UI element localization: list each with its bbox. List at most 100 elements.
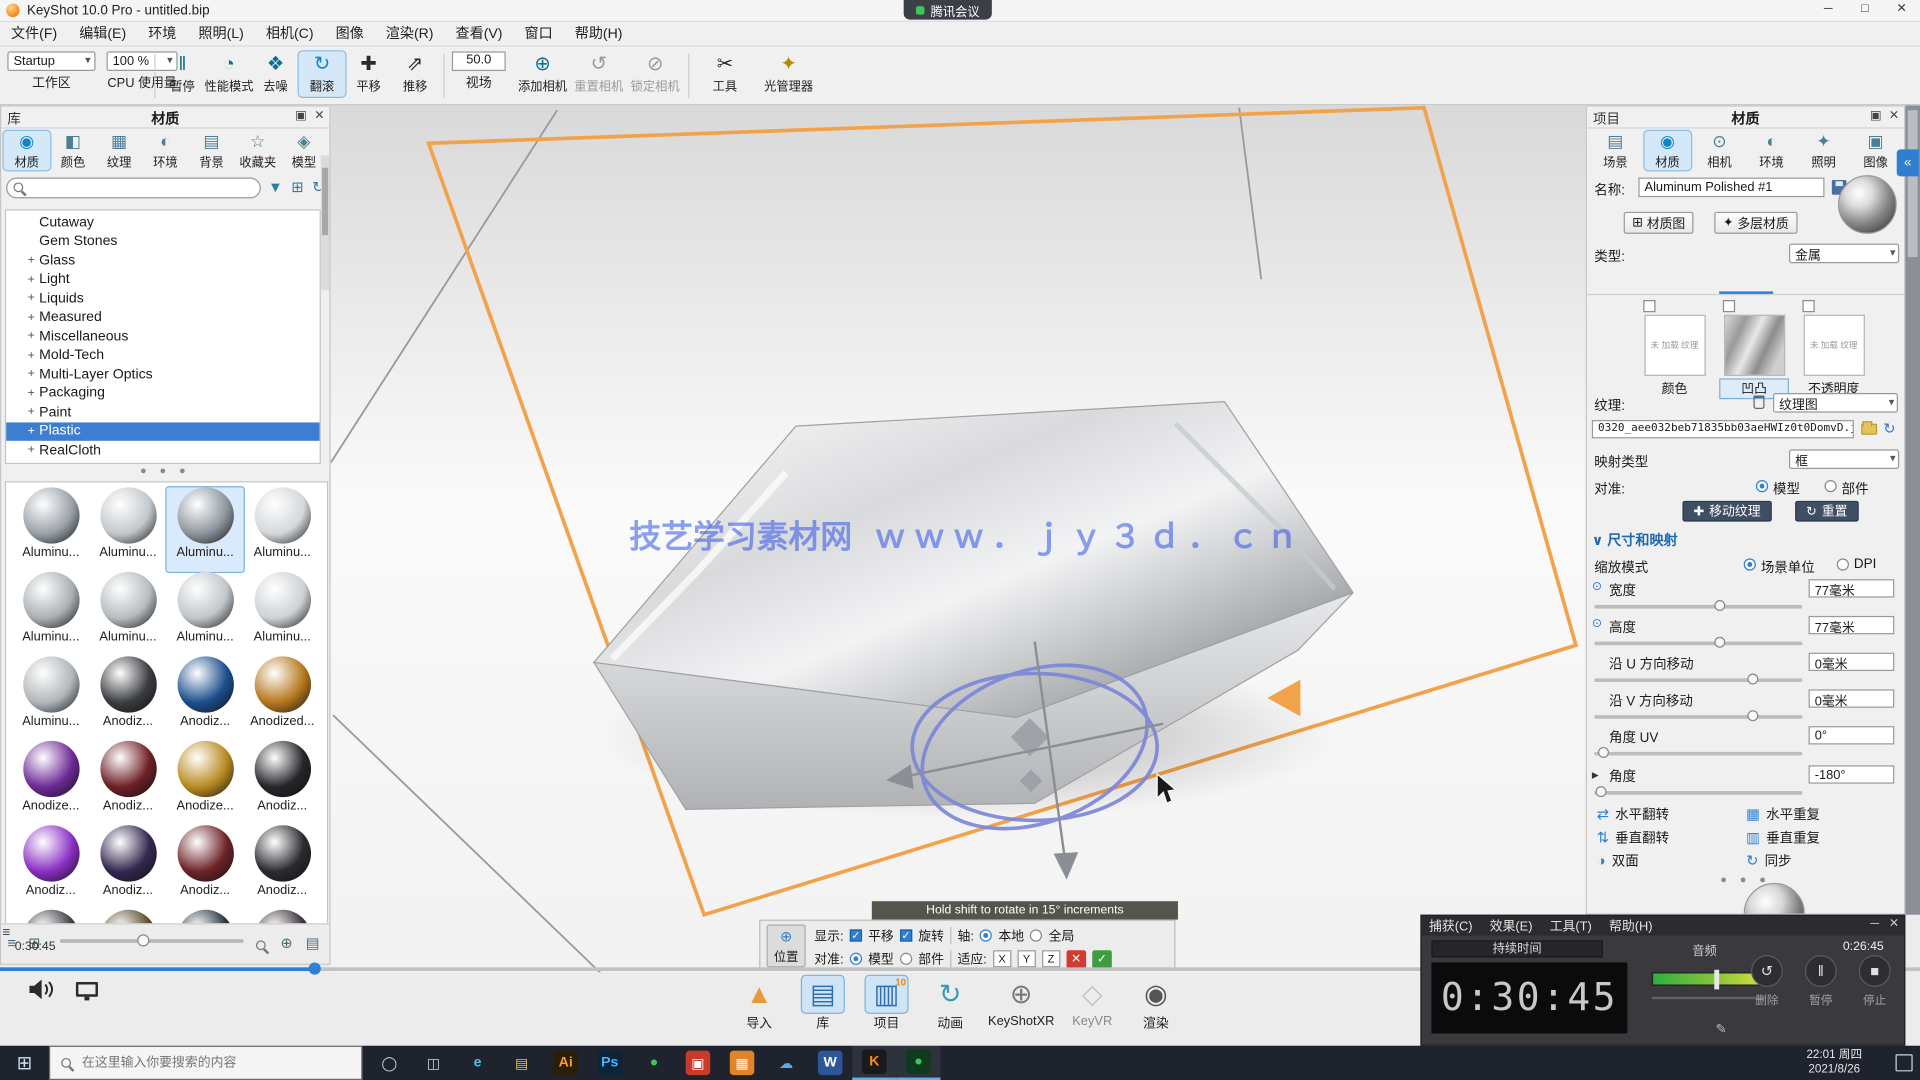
material-thumbnail[interactable]: Aluminu... xyxy=(12,572,89,656)
notification-center-icon[interactable] xyxy=(1896,1054,1913,1071)
right-scrollbar[interactable] xyxy=(1905,105,1920,914)
taskbar-icon[interactable]: ◯ xyxy=(367,1046,411,1080)
material-thumbnail[interactable]: Aluminu... xyxy=(167,572,244,656)
workspace-select[interactable]: Startup▾ xyxy=(7,51,95,71)
toolbar-button[interactable]: ❖ 去噪 xyxy=(252,51,299,96)
library-tab[interactable]: ▦ 纹理 xyxy=(96,131,142,170)
expand-icon[interactable]: + xyxy=(23,368,39,381)
audio-tab[interactable]: 音频 xyxy=(1662,940,1748,958)
recorder-minimize-button[interactable]: ─ xyxy=(1870,917,1879,930)
library-tab[interactable]: ◧ 颜色 xyxy=(50,131,96,170)
project-tab[interactable]: ⊙ 相机 xyxy=(1696,131,1743,170)
project-tab[interactable]: ◉ 材质 xyxy=(1644,131,1691,170)
expand-icon[interactable]: + xyxy=(23,254,39,267)
parameter-slider[interactable] xyxy=(1594,605,1802,609)
library-tab[interactable]: ◐ 环境 xyxy=(142,131,188,170)
link-values-icon[interactable]: ⊙ xyxy=(1592,617,1602,630)
toolbar-camera-button[interactable]: ⊕ 添加相机 xyxy=(514,51,570,96)
mapping-type-select[interactable]: 框▾ xyxy=(1789,449,1899,469)
library-toolbar-icon[interactable]: ⊞ xyxy=(291,179,303,196)
expand-icon[interactable]: + xyxy=(23,330,39,343)
recorder-menu-item[interactable]: 效果(E) xyxy=(1490,917,1533,935)
panel-splitter[interactable]: ● ● ● xyxy=(1587,873,1904,885)
position-button[interactable]: ⊕ 位置 xyxy=(767,924,806,967)
duration-tab[interactable]: 持续时间 xyxy=(1431,940,1602,957)
dock-item[interactable]: ▲ 导入 xyxy=(727,976,791,1032)
folder-view-icon[interactable]: ▤ xyxy=(306,934,320,951)
recorder-button[interactable]: ■ 停止 xyxy=(1850,955,1899,1008)
move-texture-button[interactable]: ✚移动纹理 xyxy=(1682,501,1771,522)
parameter-value-input[interactable]: 0° xyxy=(1809,726,1895,744)
meeting-floating-bar[interactable]: 腾讯会议 xyxy=(904,0,992,20)
library-search-input[interactable] xyxy=(6,178,261,199)
audio-level-knob[interactable] xyxy=(1714,970,1719,990)
library-tab[interactable]: ☆ 收藏夹 xyxy=(235,131,281,170)
toolbar-button[interactable]: ↻ 翻滚 xyxy=(299,51,346,96)
parameter-value-input[interactable]: 77毫米 xyxy=(1809,579,1895,597)
toolbar-button[interactable]: ‖ 暂停 xyxy=(159,51,206,96)
parameter-value-input[interactable]: 77毫米 xyxy=(1809,616,1895,634)
expand-icon[interactable]: + xyxy=(23,425,39,438)
trash-icon[interactable] xyxy=(1753,396,1764,409)
texture-toggle[interactable]: ◑ 双面 xyxy=(1597,849,1746,872)
texture-kind-select[interactable]: 纹理图▾ xyxy=(1773,393,1898,413)
toolbar-tool-button[interactable]: ✦ 光管理器 xyxy=(757,51,821,96)
tree-item[interactable]: Cutaway xyxy=(6,213,319,232)
axis-local-radio[interactable] xyxy=(980,929,992,941)
angle-slider[interactable] xyxy=(1594,791,1802,795)
texture-slot-checkbox[interactable] xyxy=(1723,300,1735,312)
material-thumbnail[interactable]: Anodiz... xyxy=(89,656,166,740)
material-thumbnail[interactable]: Anodiz... xyxy=(167,656,244,740)
speaker-icon[interactable] xyxy=(29,980,56,1000)
menu-item[interactable]: 文件(F) xyxy=(0,21,68,45)
progress-handle[interactable] xyxy=(309,962,321,974)
thumbnail-size-slider[interactable] xyxy=(60,939,244,943)
material-thumbnail[interactable]: Anodiz... xyxy=(89,825,166,909)
tree-item[interactable]: + Packaging xyxy=(6,384,319,403)
scene-units-radio[interactable] xyxy=(1744,558,1756,570)
pan-checkbox[interactable] xyxy=(850,929,862,941)
project-tab[interactable]: ▣ 图像 xyxy=(1852,131,1899,170)
browse-folder-icon[interactable] xyxy=(1861,424,1877,435)
texture-slot[interactable]: 未 加载 纹理 颜色 xyxy=(1641,300,1708,398)
start-button[interactable]: ⊞ xyxy=(0,1046,49,1080)
material-subtab[interactable] xyxy=(1660,273,1714,294)
expand-icon[interactable]: + xyxy=(23,292,39,305)
material-graph-button[interactable]: ⊞材质图 xyxy=(1624,212,1694,234)
float-panel-icon[interactable]: ▣ xyxy=(1870,109,1882,122)
library-tab[interactable]: ▤ 背景 xyxy=(188,131,234,170)
tree-item[interactable]: + Miscellaneous xyxy=(6,327,319,346)
tree-item[interactable]: + Plastic xyxy=(6,422,319,441)
dpi-radio[interactable] xyxy=(1837,558,1849,570)
project-tab[interactable]: ✦ 照明 xyxy=(1800,131,1847,170)
recorder-menu-item[interactable]: 工具(T) xyxy=(1550,917,1592,935)
taskbar-icon[interactable]: K xyxy=(852,1046,896,1080)
pencil-icon[interactable]: ✎ xyxy=(1716,1021,1727,1037)
reset-texture-button[interactable]: ↻重置 xyxy=(1795,501,1858,522)
texture-toggle[interactable]: ⇅ 垂直翻转 xyxy=(1597,825,1746,848)
tree-item[interactable]: + Glass xyxy=(6,251,319,270)
material-thumbnail[interactable]: Anodiz... xyxy=(244,741,321,825)
taskbar-icon[interactable]: e xyxy=(456,1046,500,1080)
parameter-slider[interactable] xyxy=(1594,715,1802,719)
taskbar-clock[interactable]: 22:01 周四 2021/8/26 xyxy=(1780,1048,1888,1077)
taskbar-icon[interactable]: ● xyxy=(632,1046,676,1080)
material-thumbnail[interactable]: Aluminu... xyxy=(244,487,321,571)
tree-item[interactable]: + Mold-Tech xyxy=(6,346,319,365)
taskbar-icon[interactable]: ◫ xyxy=(411,1046,455,1080)
recorder-button[interactable]: ↺ 删除 xyxy=(1742,955,1791,1008)
menu-item[interactable]: 图像 xyxy=(325,21,375,45)
texture-slot[interactable]: 凹凸 xyxy=(1720,300,1787,398)
toolbar-button[interactable]: ◔ 性能模式 xyxy=(206,51,253,96)
expand-icon[interactable]: + xyxy=(23,387,39,400)
slider-knob[interactable] xyxy=(1714,637,1725,648)
toolbar-camera-button[interactable]: ↺ 重置相机 xyxy=(571,51,627,96)
texture-slot-checkbox[interactable] xyxy=(1802,300,1814,312)
library-tab[interactable]: ◉ 材质 xyxy=(4,131,50,170)
align-model-radio[interactable] xyxy=(1756,480,1768,492)
parameter-slider[interactable] xyxy=(1594,678,1802,682)
menu-item[interactable]: 环境 xyxy=(137,21,187,45)
menu-item[interactable]: 窗口 xyxy=(514,21,564,45)
fov-input[interactable]: 50.0 xyxy=(452,51,506,71)
align-model-radio[interactable] xyxy=(850,953,862,965)
